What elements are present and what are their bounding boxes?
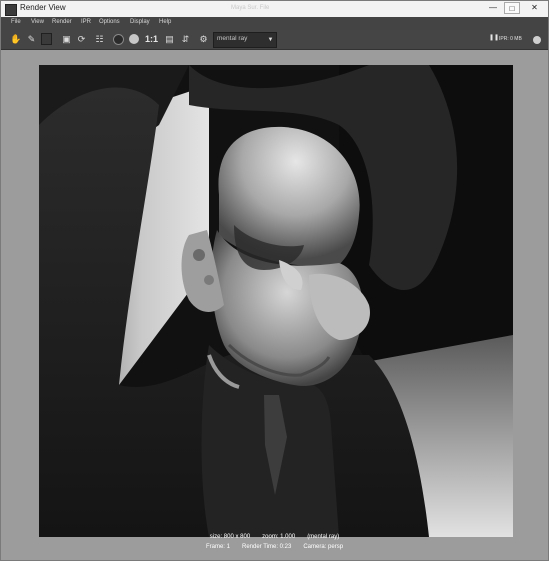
app-icon [5,4,17,16]
menu-render[interactable]: Render [52,19,72,25]
render-toolbar: ✋ ✎ ▣ ⟳ ☷ 1:1 ▤ ⇵ ⚙ mental ray ▼ ❚❚ IPR:… [1,30,548,50]
render-image-canvas [39,65,513,537]
camera-select-icon[interactable]: ⚙ [198,33,209,45]
rendered-image [39,65,513,537]
real-size-icon[interactable]: 1:1 [145,34,158,44]
render-zoom-label: zoom: 1.000 [262,534,296,540]
render-settings-icon[interactable]: ☷ [94,33,105,45]
minimize-button[interactable]: — [485,2,501,14]
close-button[interactable]: ✕ [523,2,546,14]
renderer-value: mental ray [217,35,248,42]
pause-ipr-icon[interactable]: ❚❚ [489,34,499,41]
render-frame-label: Frame: 1 [205,544,230,550]
display-rgb-icon[interactable] [113,34,124,45]
render-viewport [1,50,548,560]
maximize-button[interactable]: □ [504,2,520,14]
render-camera-label: Camera: persp [303,544,344,550]
render-size-label: size: 800 x 800 [209,534,251,540]
menu-file[interactable]: File [11,19,21,25]
render-info-line-1: size: 800 x 800 zoom: 1.000 (mental ray) [1,534,548,540]
render-view-window: Render View Maya Sur. File — □ ✕ File Vi… [0,0,549,561]
display-alpha-icon[interactable] [129,34,139,44]
render-ipr-icon[interactable]: ▣ [61,33,72,45]
title-bar[interactable]: Render View Maya Sur. File — □ ✕ [1,1,548,17]
refresh-ipr-icon[interactable]: ⟳ [76,33,87,45]
render-info-line-2: Frame: 1 Render Time: 0:23 Camera: persp [1,544,548,550]
renderer-dropdown[interactable]: mental ray ▼ [213,32,277,48]
menu-options[interactable]: Options [99,19,120,25]
menu-display[interactable]: Display [130,19,150,25]
remove-image-icon[interactable]: ⇵ [180,33,191,45]
background-window-title: Maya Sur. File [231,5,270,11]
menu-help[interactable]: Help [159,19,171,25]
render-renderer-label: (mental ray) [307,534,340,540]
menu-ipr[interactable]: IPR [81,19,91,25]
chevron-down-icon: ▼ [267,37,274,43]
ipr-status-icon [533,36,541,44]
render-time-label: Render Time: 0:23 [241,544,292,550]
redo-previous-render-icon[interactable]: ✋ [10,33,21,45]
ipr-memory-label: IPR: 0 MB [499,36,522,42]
snapshot-icon[interactable] [41,33,52,45]
menu-bar: File View Render IPR Options Display Hel… [1,17,548,30]
keep-image-icon[interactable]: ▤ [164,33,175,45]
menu-view[interactable]: View [31,19,44,25]
window-title: Render View [20,3,66,12]
render-region-icon[interactable]: ✎ [26,33,37,45]
